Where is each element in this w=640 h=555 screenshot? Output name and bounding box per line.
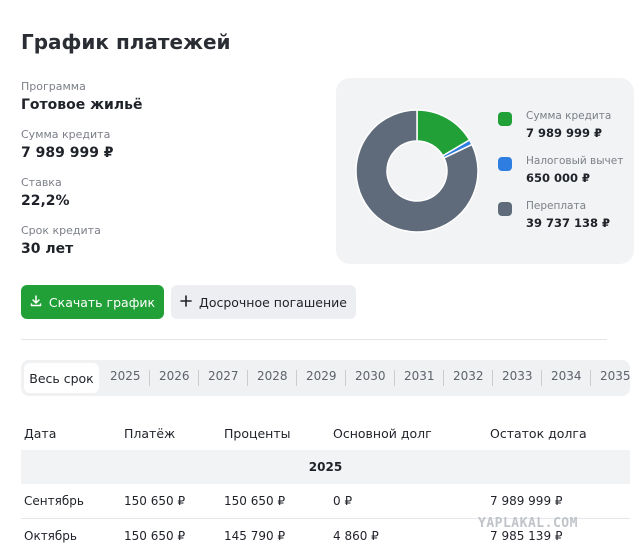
table-cell-payment: 150 650 ₽ [124,529,186,543]
payment-structure-card: Сумма кредита 7 989 999 ₽ Налоговый выче… [336,78,634,264]
download-schedule-button[interactable]: Скачать график [21,285,164,319]
watermark: YAPLAKAL.COM [478,516,578,531]
table-cell-interest: 145 790 ₽ [224,529,286,543]
info-loan-amount-label: Сумма кредита [21,128,111,141]
early-repayment-button[interactable]: Досрочное погашение [171,285,356,319]
tab-all-term[interactable]: Весь срок [24,363,99,393]
tab-year-2029[interactable]: 2029 [306,369,337,383]
page-title: График платежей [21,30,231,54]
section-divider [21,339,607,340]
payment-donut-chart [355,109,479,233]
column-header-principal: Основной долг [333,426,432,441]
info-program-value: Готовое жильё [21,97,143,113]
column-header-balance: Остаток долга [490,426,587,441]
year-tabs: Весь срок 2025 2026 2027 2028 2029 2030 … [21,360,630,396]
tab-separator [492,370,493,386]
legend-label-overpay: Переплата [526,200,587,212]
tab-year-2031[interactable]: 2031 [404,369,435,383]
legend-item-overpay: Переплата 39 737 138 ₽ [498,200,623,245]
chart-legend: Сумма кредита 7 989 999 ₽ Налоговый выче… [498,110,623,245]
info-loan-amount: Сумма кредита 7 989 999 ₽ [21,128,114,161]
tab-year-2033[interactable]: 2033 [502,369,533,383]
table-cell-interest: 150 650 ₽ [224,494,286,508]
info-term-label: Срок кредита [21,224,101,237]
info-program-label: Программа [21,80,86,93]
tab-year-2027[interactable]: 2027 [208,369,239,383]
tab-year-2032[interactable]: 2032 [453,369,484,383]
tab-separator [590,370,591,386]
legend-item-loan: Сумма кредита 7 989 999 ₽ [498,110,623,155]
tab-year-2034[interactable]: 2034 [551,369,582,383]
table-cell-principal: 0 ₽ [333,494,353,508]
plus-icon [180,294,192,310]
table-cell-date: Сентябрь [24,494,84,508]
legend-value-overpay: 39 737 138 ₽ [526,216,611,230]
column-header-interest: Проценты [224,426,291,441]
tab-year-2025[interactable]: 2025 [110,369,141,383]
table-cell-principal: 4 860 ₽ [333,529,379,543]
info-rate-value: 22,2% [21,193,70,209]
tab-separator [149,370,150,386]
info-loan-amount-value: 7 989 999 ₽ [21,145,114,161]
tab-separator [394,370,395,386]
download-icon [30,294,42,310]
table-group-year: 2025 [21,450,630,484]
tab-year-2026[interactable]: 2026 [159,369,190,383]
info-term-value: 30 лет [21,241,74,257]
info-rate: Ставка 22,2% [21,176,70,209]
tab-separator [443,370,444,386]
legend-item-tax: Налоговый вычет 650 000 ₽ [498,155,623,200]
tab-separator [345,370,346,386]
legend-label-loan: Сумма кредита [526,110,612,122]
table-cell-payment: 150 650 ₽ [124,494,186,508]
legend-label-tax: Налоговый вычет [526,155,624,167]
table-cell-date: Октябрь [24,529,77,543]
tab-separator [296,370,297,386]
info-program: Программа Готовое жильё [21,80,142,113]
tab-separator [247,370,248,386]
legend-value-loan: 7 989 999 ₽ [526,126,603,140]
legend-swatch-tax [498,157,512,171]
tab-year-2030[interactable]: 2030 [355,369,386,383]
early-repayment-label: Досрочное погашение [199,294,347,310]
tab-separator [198,370,199,386]
tab-year-2035[interactable]: 2035 [600,369,630,383]
tab-separator [541,370,542,386]
table-cell-balance: 7 985 139 ₽ [490,529,563,543]
column-header-payment: Платёж [124,426,176,441]
info-rate-label: Ставка [21,176,62,189]
download-schedule-label: Скачать график [48,294,156,310]
column-header-date: Дата [24,426,57,441]
tab-year-2028[interactable]: 2028 [257,369,288,383]
legend-swatch-loan [498,112,512,126]
legend-swatch-overpay [498,202,512,216]
table-cell-balance: 7 989 999 ₽ [490,494,563,508]
info-term: Срок кредита 30 лет [21,224,101,257]
legend-value-tax: 650 000 ₽ [526,171,591,185]
